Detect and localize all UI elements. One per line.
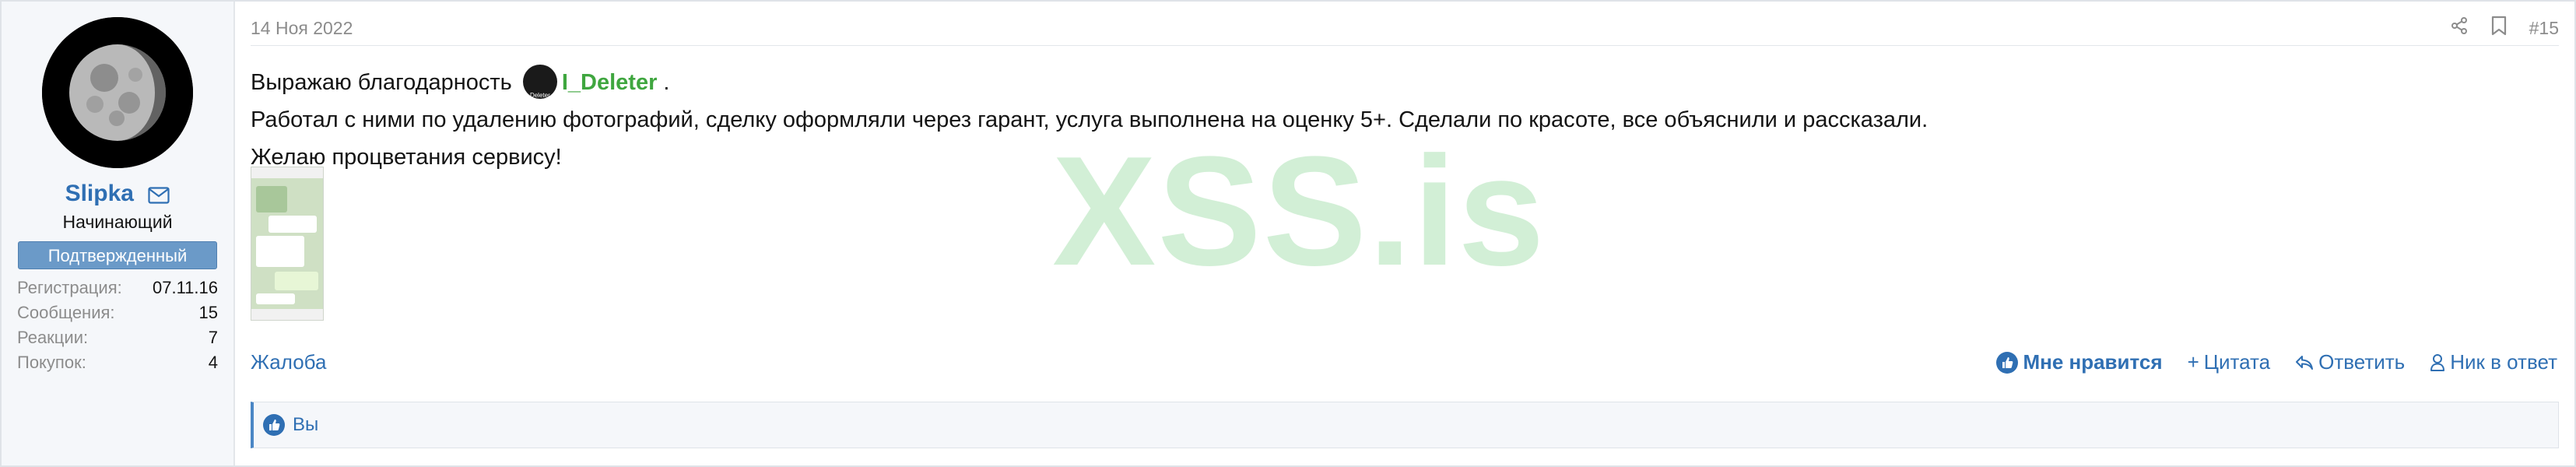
mention-avatar[interactable]: Deleter (522, 65, 557, 99)
avatar[interactable] (42, 17, 193, 168)
moon-avatar-image (42, 17, 193, 168)
envelope-icon[interactable] (148, 187, 170, 208)
post-number-link[interactable]: #15 (2529, 18, 2559, 39)
post-body: Выражаю благодарность Deleter I_Deleter .… (251, 64, 1928, 176)
user-stats: Регистрация: 07.11.16 Сообщения: 15 Реак… (17, 276, 218, 375)
username-row: Slipka (2, 181, 233, 208)
post-main: 14 Ноя 2022 #15 Выражаю благодарность De… (235, 2, 2574, 465)
username-link[interactable]: Slipka (65, 181, 134, 206)
stat-registration: Регистрация: 07.11.16 (17, 278, 218, 297)
user-banner: Подтвержденный (18, 241, 217, 269)
header-divider (251, 45, 2559, 46)
user-title: Начинающий (62, 212, 173, 232)
nick-reply-button[interactable]: Ник в ответ (2430, 350, 2557, 374)
reply-arrow-icon (2296, 355, 2314, 370)
chat-screenshot-image (251, 167, 323, 320)
post-footer-actions: Мне нравится + Цитата Ответить Ник в отв… (1996, 350, 2557, 374)
like-reaction-icon (263, 414, 285, 436)
user-icon (2430, 353, 2445, 371)
reactions-bar[interactable]: Вы (251, 402, 2559, 448)
post-header-actions: #15 (2450, 16, 2559, 40)
stat-reactions: Реакции: 7 (17, 328, 218, 347)
post-line-2: Работал с ними по удалению фотографий, с… (251, 107, 1928, 132)
stat-messages: Сообщения: 15 (17, 303, 218, 322)
bookmark-icon[interactable] (2490, 16, 2508, 40)
plus-icon: + (2187, 350, 2199, 374)
stat-purchases: Покупок: 4 (17, 353, 218, 372)
attachment-thumbnail[interactable] (251, 167, 324, 321)
post-line-3: Желаю процветания сервису! (251, 145, 562, 170)
report-link[interactable]: Жалоба (251, 350, 326, 374)
user-mention-link[interactable]: I_Deleter (562, 70, 658, 95)
forum-post: Slipka Начинающий Подтвержденный Регистр… (0, 0, 2576, 467)
reply-button[interactable]: Ответить (2295, 350, 2405, 374)
post-date[interactable]: 14 Ноя 2022 (251, 18, 353, 39)
share-icon[interactable] (2450, 16, 2469, 40)
like-button[interactable]: Мне нравится (1996, 350, 2163, 374)
reactions-users-link[interactable]: Вы (293, 414, 318, 436)
user-sidebar: Slipka Начинающий Подтвержденный Регистр… (2, 2, 235, 465)
post-line-1: Выражаю благодарность Deleter I_Deleter . (251, 64, 1928, 101)
thumbs-up-icon (1996, 351, 2019, 374)
quote-button[interactable]: + Цитата (2188, 350, 2271, 374)
